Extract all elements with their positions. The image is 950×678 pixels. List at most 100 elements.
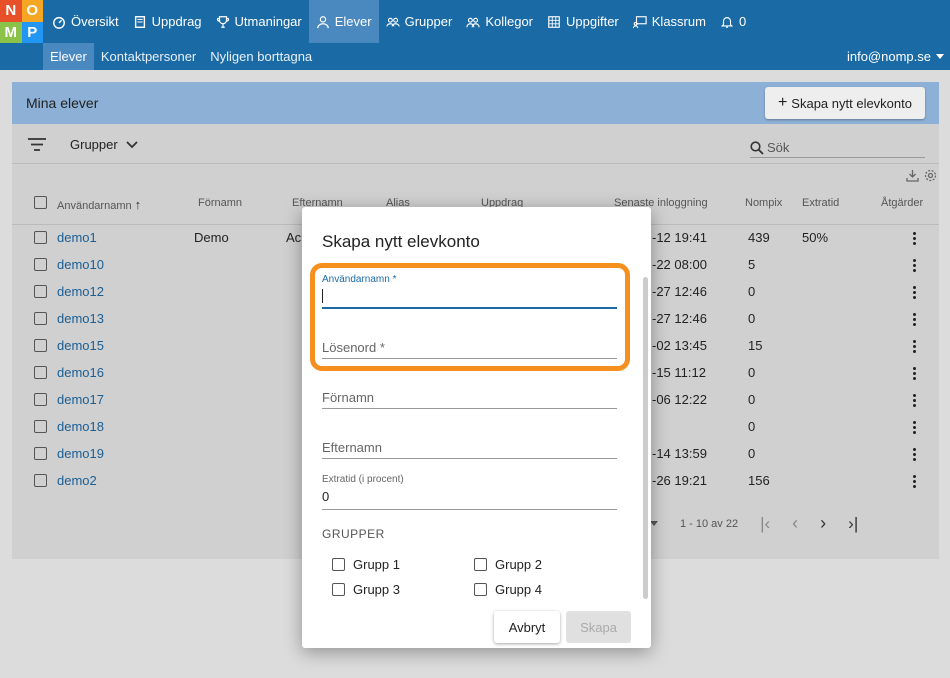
group-checkbox-3[interactable]: Grupp 3 [332,582,400,597]
row-actions-icon[interactable] [913,257,916,274]
subnav-item-nyligen-borttagna[interactable]: Nyligen borttagna [203,43,319,70]
group-label: Grupp 3 [353,582,400,597]
row-checkbox[interactable] [34,231,47,244]
checkbox[interactable] [332,583,345,596]
last-login-cell: -06 12:22 [652,392,707,407]
student-username-link[interactable]: demo10 [57,257,104,272]
dialog-scrollbar[interactable] [643,277,648,599]
nav-item-uppdrag[interactable]: Uppdrag [126,0,209,43]
subnav-item-elever[interactable]: Elever [43,43,94,70]
username-input[interactable] [322,285,617,307]
row-checkbox[interactable] [34,285,47,298]
nomp-logo[interactable]: N O M P [0,0,43,43]
select-all-checkbox[interactable] [34,196,47,209]
row-checkbox[interactable] [34,393,47,406]
create-button[interactable]: Skapa [566,611,631,643]
header-extratid[interactable]: Extratid [802,197,839,209]
password-field[interactable]: Lösenord * [322,340,617,359]
nav-label: Uppdrag [151,14,202,29]
nav-item-utmaningar[interactable]: Utmaningar [209,0,309,43]
divider [12,163,939,164]
nompix-cell: 15 [748,338,763,353]
group-label: Grupp 2 [495,557,542,572]
row-actions-icon[interactable] [913,338,916,355]
student-username-link[interactable]: demo18 [57,419,104,434]
row-actions-icon[interactable] [913,230,916,247]
row-actions-icon[interactable] [913,473,916,490]
nav-item-grupper[interactable]: Grupper [379,0,460,43]
nav-item-kollegor[interactable]: Kollegor [459,0,540,43]
student-username-link[interactable]: demo2 [57,473,97,488]
row-actions-icon[interactable] [913,446,916,463]
row-actions-icon[interactable] [913,392,916,409]
nav-item-uppgifter[interactable]: Uppgifter [540,0,626,43]
prev-page-icon[interactable]: ‹ [792,513,798,534]
top-navbar: N O M P Översikt Uppdrag Utmaningar Elev… [0,0,950,43]
search-field[interactable]: Sök [750,138,925,158]
nompix-cell: 156 [748,473,770,488]
student-username-link[interactable]: demo12 [57,284,104,299]
caret-down-icon [936,54,944,59]
row-actions-icon[interactable] [913,284,916,301]
extratime-input[interactable]: 0 [322,489,617,509]
student-username-link[interactable]: demo15 [57,338,104,353]
extratime-field[interactable]: Extratid (i procent) 0 [322,474,617,510]
extratime-label: Extratid (i procent) [322,474,404,485]
nav-item-klassrum[interactable]: Klassrum [626,0,713,43]
next-page-icon[interactable]: › [820,513,826,534]
row-actions-icon[interactable] [913,419,916,436]
nav-item-notifications[interactable]: 0 [713,0,753,43]
nav-item-elever[interactable]: Elever [308,0,379,43]
arrow-up-icon: ↑ [134,197,142,212]
create-student-button[interactable]: + Skapa nytt elevkonto [764,87,925,119]
row-checkbox[interactable] [34,366,47,379]
settings-gear-icon[interactable] [924,169,937,182]
row-checkbox[interactable] [34,474,47,487]
row-actions-icon[interactable] [913,311,916,328]
row-checkbox[interactable] [34,312,47,325]
row-checkbox[interactable] [34,258,47,271]
classroom-icon [632,15,647,28]
header-firstname[interactable]: Förnamn [198,197,242,209]
student-username-link[interactable]: demo13 [57,311,104,326]
sub-nav: Elever Kontaktpersoner Nyligen borttagna [43,43,319,70]
plus-icon: + [777,94,788,111]
filter-icon[interactable] [28,138,46,151]
download-icon[interactable] [906,169,919,182]
header-username[interactable]: Användarnamn ↑ [57,197,141,212]
rows-per-page-caret-icon[interactable] [650,521,658,526]
checkbox[interactable] [474,558,487,571]
groups-dropdown[interactable]: Grupper [70,137,138,152]
group-checkbox-1[interactable]: Grupp 1 [332,557,400,572]
username-field[interactable]: Användarnamn * [322,274,617,309]
last-page-icon[interactable]: ›| [848,514,858,534]
row-checkbox[interactable] [34,339,47,352]
group-checkbox-4[interactable]: Grupp 4 [474,582,542,597]
row-checkbox[interactable] [34,420,47,433]
pagination: 1 - 10 av 22 |‹ ‹ › ›| [650,513,858,534]
header-nompix[interactable]: Nompix [745,197,782,209]
page-title: Mina elever [26,95,99,111]
firstname-field[interactable]: Förnamn [322,390,617,409]
dialog-title: Skapa nytt elevkonto [322,232,480,251]
group-checkbox-2[interactable]: Grupp 2 [474,557,542,572]
student-username-link[interactable]: demo19 [57,446,104,461]
row-checkbox[interactable] [34,447,47,460]
checkbox[interactable] [332,558,345,571]
checkbox[interactable] [474,583,487,596]
student-username-link[interactable]: demo1 [57,230,97,245]
student-username-link[interactable]: demo16 [57,365,104,380]
row-actions-icon[interactable] [913,365,916,382]
text-cursor [322,289,323,303]
group-label: Grupp 1 [353,557,400,572]
header-actions: Åtgärder [881,197,924,209]
nav-item-oversikt[interactable]: Översikt [45,0,126,43]
lastname-field[interactable]: Efternamn [322,440,617,459]
subnav-item-kontaktpersoner[interactable]: Kontaktpersoner [94,43,203,70]
nav-label: Klassrum [651,14,706,29]
first-page-icon[interactable]: |‹ [760,514,770,534]
student-username-link[interactable]: demo17 [57,392,104,407]
last-login-cell: -12 19:41 [652,230,707,245]
user-menu[interactable]: info@nomp.se [847,43,944,70]
cancel-button[interactable]: Avbryt [494,611,560,643]
